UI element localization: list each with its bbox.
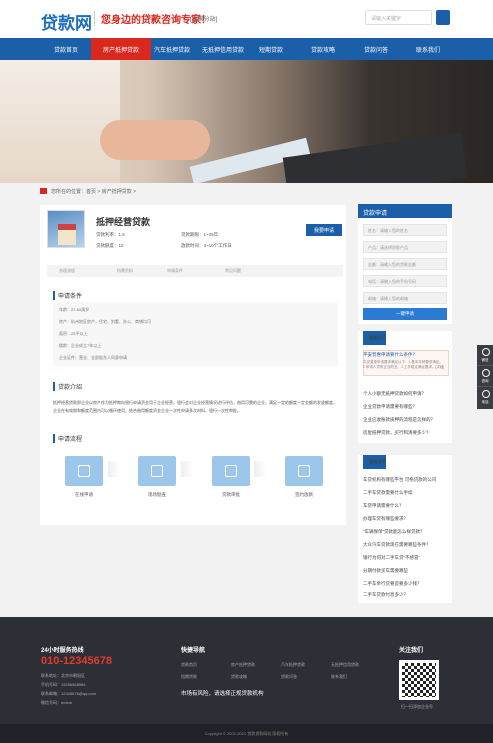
detail-tabs: 办理流程 所需资料 申请条件 常见问题 [47, 265, 343, 277]
people-icon [151, 465, 163, 477]
phone-field[interactable]: 电话：请输入您的手机号码 [363, 275, 447, 287]
form-icon [78, 465, 90, 477]
step-sign [285, 456, 323, 486]
product-image [47, 210, 85, 248]
list-item[interactable]: 个人小额无抵押贷款如何申请？ [363, 391, 426, 397]
footer: 24小时服务热线 010-12345678 联系地址：北京市朝阳区 手机号码：1… [0, 617, 493, 724]
pen-icon [225, 465, 237, 477]
loan-time: 放款时间：3~10个工作日 [181, 243, 232, 248]
list-item[interactable]: 分期付款买车需要哪些 [363, 568, 408, 574]
hotline-number: 010-12345678 [41, 655, 112, 667]
tab-conditions[interactable]: 申请条件 [167, 268, 183, 274]
apply-widget: 贷款申请 姓名：请输入您的姓名 产品：请选择贷款产品 金额：请输入您的贷款金额 … [358, 204, 452, 324]
risk-warning: 市场有风险，请选择正规贷款机构 [181, 691, 264, 697]
list-item[interactable]: 二手车贷款需要什么手续 [363, 490, 413, 496]
product-detail: 抵押经营贷款 贷款利率：1.5 贷款期限：1~25年 贷款额度：10 放款时间：… [40, 205, 346, 525]
city-switch[interactable]: [全国分站] [190, 14, 217, 23]
submit-button[interactable]: 一键申请 [363, 308, 447, 320]
apply-title: 贷款申请 [358, 204, 452, 218]
loan-term: 贷款期限：1~25年 [181, 232, 219, 237]
search-input[interactable]: 请输入关键字 [365, 10, 432, 25]
tab-process[interactable]: 办理流程 [59, 268, 75, 274]
amount-field[interactable]: 金额：请输入您的贷款金额 [363, 258, 447, 270]
main-nav: 贷款首页 房产抵押贷款 汽车抵押贷款 无抵押信用贷款 短期贷款 贷款攻略 贷款问… [0, 38, 493, 60]
hero-banner [0, 60, 493, 183]
step-survey [138, 456, 176, 486]
tab-materials[interactable]: 所需资料 [117, 268, 133, 274]
list-item[interactable]: 企业应收账款质押的流程是怎样的？ [363, 417, 435, 423]
qa-more-link[interactable]: 更多 > [370, 336, 381, 342]
smile-icon [298, 465, 310, 477]
list-item[interactable]: 银行为何对二手车贷“不感冒” [363, 555, 420, 561]
process-heading: 申请流程 [53, 434, 82, 443]
product-select[interactable]: 产品：请选择贷款产品 [363, 241, 447, 253]
step-approve [212, 456, 250, 486]
home-icon [40, 188, 47, 194]
list-item[interactable]: 房屋抵押贷款，买行和清要多少？ [363, 430, 431, 436]
list-item[interactable]: 企业贷款申请需要有哪些？ [363, 404, 417, 410]
wechat-button[interactable]: 微信 [477, 345, 493, 366]
site-logo[interactable]: 贷款网 [41, 9, 92, 34]
loan-rate: 贷款利率：1.5 [96, 232, 125, 237]
list-item[interactable]: 二手车贷款付息多少？ [363, 592, 408, 598]
list-item[interactable]: 办理车贷有哪些要求？ [363, 516, 408, 522]
top-bar: 贷款网 您身边的贷款咨询专家！ [全国分站] 请输入关键字 [0, 0, 493, 38]
list-item[interactable]: 车贷机构有哪些平台 可拖贷款的公司 [363, 477, 436, 483]
guide-widget: 贷款攻略 更多 > 车贷机构有哪些平台 可拖贷款的公司 二手车贷款需要什么手续 车… [358, 455, 452, 603]
phone-button[interactable]: 电话 [477, 387, 493, 408]
intro-text: 抵押经营贷款即企业以房产作为抵押物向银行申请资金用于企业经营，银行会对企业经营情… [53, 400, 337, 413]
search-button[interactable] [436, 10, 450, 25]
qr-code [399, 660, 439, 700]
name-field[interactable]: 姓名：请输入您的姓名 [363, 224, 447, 236]
step-apply [65, 456, 103, 486]
nav-home[interactable]: 贷款首页 [36, 45, 96, 54]
guide-more-link[interactable]: 更多 > [370, 460, 381, 466]
nav-guide[interactable]: 贷款攻略 [293, 45, 353, 54]
list-item[interactable]: 二手车举行贷要首要多少钱？ [363, 581, 422, 587]
qa-widget: 贷款问答 更多 > 平安普惠申请要什么条件？ 平安普惠申请要求满足以下：1.基本年… [358, 331, 452, 443]
copyright: Copyright © 2002-2021 贷款贷款网站 版权所有 [0, 724, 493, 743]
email-field[interactable]: 邮箱：请输入您的邮箱 [363, 292, 447, 304]
nav-contact[interactable]: 联系我们 [398, 45, 458, 54]
cond-heading: 申请条件 [53, 291, 82, 300]
breadcrumb: 您所在的位置：首页 > 房产抵押贷款 > [40, 188, 136, 195]
cond-box: 年龄：22-60周岁 房产：杭州地区房产，住宅、别墅、办公、商铺均可 面积：25… [53, 302, 338, 366]
list-item[interactable]: 大众汽车贷款现在需要哪些条件？ [363, 542, 431, 548]
intro-heading: 贷款介绍 [53, 382, 82, 391]
product-title: 抵押经营贷款 [96, 217, 151, 227]
list-item[interactable]: 车贷申请需要什么？ [363, 503, 404, 509]
tab-faq[interactable]: 常见问题 [225, 268, 241, 274]
apply-button[interactable]: 我要申请 [306, 224, 342, 236]
consult-button[interactable]: 咨询 [477, 366, 493, 387]
nav-qa[interactable]: 贷款问答 [346, 45, 406, 54]
float-toolbar: 微信 咨询 电话 [477, 345, 493, 409]
list-item[interactable]: “车辆保单”贷款能怎么样贷款？ [363, 529, 425, 535]
loan-amount: 贷款额度：10 [96, 243, 124, 248]
nav-short-loan[interactable]: 短期贷款 [241, 45, 301, 54]
